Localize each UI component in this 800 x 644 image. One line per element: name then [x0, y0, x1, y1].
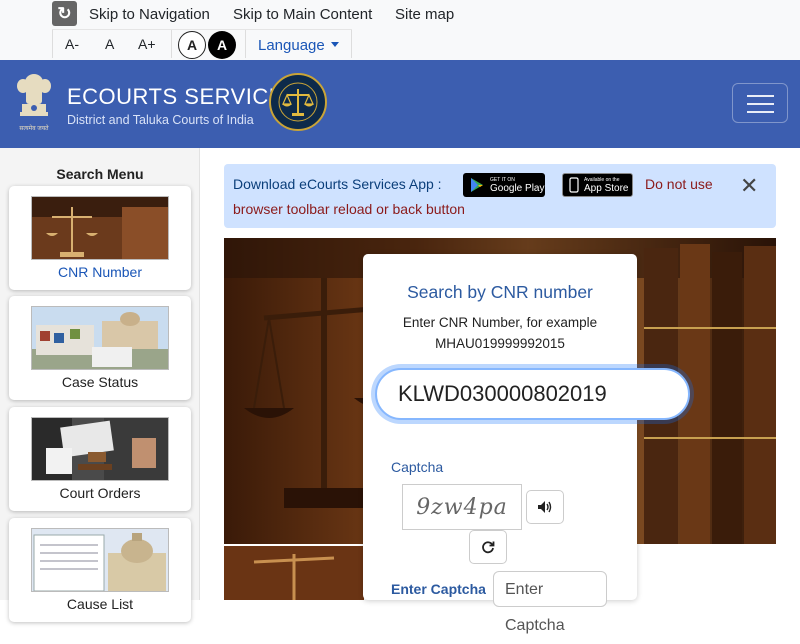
cnr-number-input[interactable]: KLWD030000802019 — [375, 368, 690, 420]
divider — [171, 30, 172, 58]
menu-toggle-button[interactable] — [732, 83, 788, 123]
skip-to-navigation-link[interactable]: Skip to Navigation — [89, 6, 210, 23]
reload-icon[interactable]: ↻ — [52, 1, 77, 26]
menu-item-cnr-number[interactable]: CNR Number — [9, 186, 191, 290]
menu-item-label: Case Status — [61, 374, 139, 390]
google-play-icon — [471, 178, 483, 192]
caret-down-icon — [330, 42, 339, 47]
light-contrast-button[interactable]: A — [178, 31, 206, 59]
cnr-hint-line1: Enter CNR Number, for example — [402, 315, 598, 330]
warning-text: Do not use — [645, 176, 713, 192]
phone-icon — [569, 177, 579, 193]
search-card-title: Search by CNR number — [407, 282, 593, 302]
language-label: Language — [258, 37, 325, 54]
topbar-divider — [52, 29, 352, 30]
dark-contrast-button[interactable]: A — [208, 31, 236, 59]
hamburger-line — [747, 103, 774, 105]
warning-text-continued: browser toolbar reload or back button — [233, 201, 465, 217]
app-store-badge[interactable]: Available on the App Store — [562, 173, 633, 197]
site-title: ECOURTS SERVICES — [67, 84, 300, 109]
speaker-icon — [538, 501, 552, 513]
scales-of-justice-icon — [278, 82, 318, 122]
font-normal-button[interactable]: A — [105, 36, 114, 52]
menu-item-label: Court Orders — [59, 485, 141, 501]
close-icon[interactable]: ✕ — [740, 175, 758, 197]
app-download-alert: Download eCourts Services App : GET IT O… — [224, 164, 776, 228]
google-badge-big-text: Google Play — [490, 182, 545, 194]
captcha-label: Captcha — [391, 459, 444, 475]
search-menu-title: Search Menu — [56, 166, 144, 182]
language-dropdown[interactable]: Language — [258, 37, 339, 54]
enter-captcha-label: Enter Captcha — [391, 581, 486, 597]
divider — [52, 30, 53, 58]
hamburger-icon — [747, 95, 774, 97]
hamburger-line — [747, 111, 774, 113]
font-increase-button[interactable]: A+ — [138, 36, 156, 52]
ecourts-logo — [269, 73, 327, 131]
captcha-refresh-button[interactable] — [469, 530, 507, 564]
top-utility-bar: ↻ Skip to Navigation Skip to Main Conten… — [0, 0, 800, 60]
menu-item-case-status[interactable]: Case Status — [9, 296, 191, 400]
skip-to-main-content-link[interactable]: Skip to Main Content — [233, 6, 372, 23]
menu-item-label: CNR Number — [57, 264, 142, 280]
menu-item-court-orders[interactable]: Court Orders — [9, 407, 191, 511]
divider — [351, 30, 352, 58]
cnr-number-image — [31, 196, 169, 260]
cause-list-image — [31, 528, 169, 592]
apple-badge-big-text: App Store — [584, 182, 629, 194]
captcha-audio-button[interactable] — [526, 490, 564, 524]
enter-captcha-input[interactable]: Enter Captcha — [493, 571, 607, 634]
menu-item-label: Cause List — [66, 596, 134, 612]
cnr-hint-example: MHAU019999992015 — [435, 336, 565, 351]
emblem-motto: सत्यमेव जयते — [19, 126, 49, 132]
font-decrease-button[interactable]: A- — [65, 36, 79, 52]
captcha-image: 9zw4pa — [402, 484, 522, 530]
site-subtitle: District and Taluka Courts of India — [67, 113, 254, 127]
refresh-icon — [482, 541, 495, 554]
court-orders-image — [31, 417, 169, 481]
site-map-link[interactable]: Site map — [395, 6, 454, 23]
download-app-text: Download eCourts Services App : — [233, 176, 442, 192]
cnr-hint: Enter CNR Number, for example MHAU019999… — [363, 312, 637, 354]
site-header: सत्यमेव जयते ECOURTS SERVICES District a… — [0, 60, 800, 148]
search-menu-sidebar: Search Menu CNR Number Case Status Court… — [0, 148, 200, 622]
menu-item-cause-list[interactable]: Cause List — [9, 518, 191, 622]
divider — [245, 30, 246, 58]
justice-banner-image-lower — [224, 546, 364, 600]
case-status-image — [31, 306, 169, 370]
google-play-badge[interactable]: GET IT ON Google Play — [463, 173, 545, 197]
